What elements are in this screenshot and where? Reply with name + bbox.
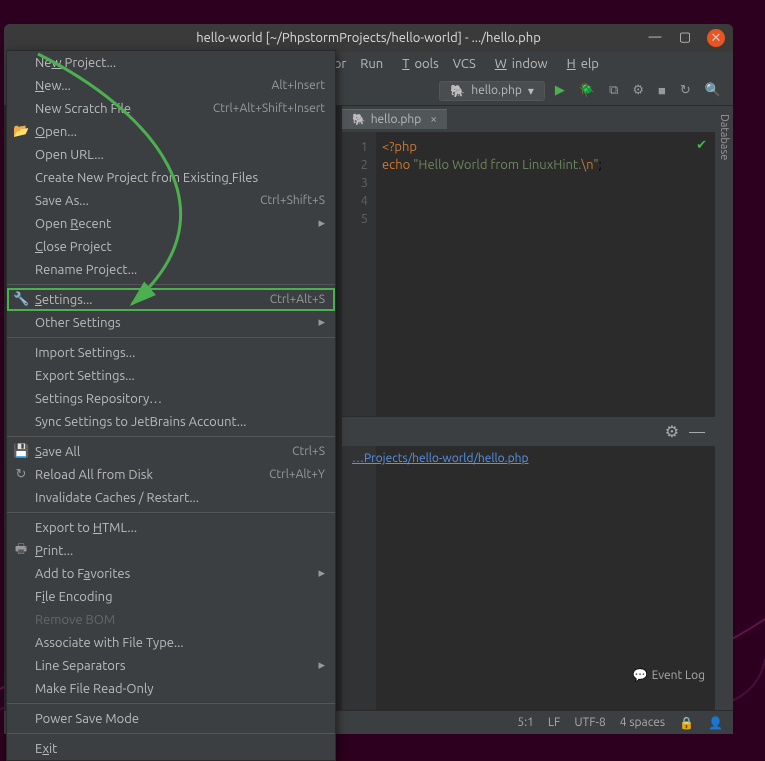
menu-item-invalidate-caches-restart[interactable]: Invalidate Caches / Restart... <box>7 486 335 509</box>
menu-item-make-file-read-only[interactable]: Make File Read-Only <box>7 677 335 700</box>
menu-item-print[interactable]: 🖶Print... <box>7 539 335 562</box>
tool-window-header: ⚙ — <box>342 416 715 446</box>
menu-item-new-scratch-file[interactable]: New Scratch FileCtrl+Alt+Shift+Insert <box>7 97 335 120</box>
menu-item-remove-bom: Remove BOM <box>7 608 335 631</box>
database-tool-label[interactable]: Database <box>718 114 730 160</box>
menu-vcs[interactable]: VCS <box>448 55 481 73</box>
indent-setting[interactable]: 4 spaces <box>620 716 665 729</box>
editor-tab[interactable]: 🐘 hello.php × <box>342 109 447 129</box>
cursor-position[interactable]: 5:1 <box>517 716 534 729</box>
menu-item-export-settings[interactable]: Export Settings... <box>7 364 335 387</box>
menu-item-associate-with-file-type[interactable]: Associate with File Type... <box>7 631 335 654</box>
run-config-selector[interactable]: 🐘 hello.php ▾ <box>439 81 545 101</box>
menu-window[interactable]: Window <box>485 55 553 73</box>
menu-item-power-save-mode[interactable]: Power Save Mode <box>7 707 335 730</box>
menu-item-open-url[interactable]: Open URL... <box>7 143 335 166</box>
menu-item-export-to-html[interactable]: Export to HTML... <box>7 516 335 539</box>
editor-panel: 🐘 hello.php × 12345 <?php echo "Hello Wo… <box>342 106 715 710</box>
maximize-button[interactable]: ▢ <box>677 29 693 45</box>
menu-item-rename-project[interactable]: Rename Project... <box>7 258 335 281</box>
title-bar: hello-world [~/PhpstormProjects/hello-wo… <box>4 24 733 52</box>
editor-tab-bar: 🐘 hello.php × <box>342 106 715 132</box>
hide-icon[interactable]: — <box>689 423 705 441</box>
menu-item-new[interactable]: New...Alt+Insert <box>7 74 335 97</box>
minimize-button[interactable]: — <box>647 29 663 45</box>
menu-item-add-to-favorites[interactable]: Add to Favorites▸ <box>7 562 335 585</box>
menu-item-settings[interactable]: 🔧Settings...Ctrl+Alt+S <box>7 288 335 311</box>
menu-item-other-settings[interactable]: Other Settings▸ <box>7 311 335 334</box>
menu-item-settings-repository[interactable]: Settings Repository… <box>7 387 335 410</box>
gear-icon[interactable]: ⚙ <box>665 422 679 441</box>
update-button[interactable]: ↻ <box>676 81 695 100</box>
menu-item-open[interactable]: 📂Open... <box>7 120 335 143</box>
menu-item-line-separators[interactable]: Line Separators▸ <box>7 654 335 677</box>
file-path-link[interactable]: …Projects/hello-world/hello.php <box>342 446 715 471</box>
php-file-icon: 🐘 <box>352 113 366 126</box>
right-tool-strip[interactable]: Database <box>715 106 733 710</box>
run-button[interactable]: ▶ <box>551 81 569 100</box>
menu-item-save-all[interactable]: 💾Save AllCtrl+S <box>7 440 335 463</box>
menu-item-exit[interactable]: Exit <box>7 737 335 760</box>
event-log-button[interactable]: 💬 Event Log <box>623 664 715 686</box>
menu-item-file-encoding[interactable]: File Encoding <box>7 585 335 608</box>
menu-run[interactable]: Run <box>355 55 388 73</box>
menu-item-sync-settings-to-jetbrains-account[interactable]: Sync Settings to JetBrains Account... <box>7 410 335 433</box>
profiler-button[interactable]: ⚙ <box>628 81 648 100</box>
hector-icon[interactable]: 👤 <box>708 716 723 730</box>
menu-help[interactable]: Help <box>557 55 604 73</box>
menu-item-new-project[interactable]: New Project... <box>7 51 335 74</box>
stop-button[interactable]: ■ <box>654 81 670 100</box>
debug-button[interactable]: 🪲 <box>575 81 599 100</box>
menu-tools[interactable]: Tools <box>392 55 444 73</box>
file-encoding[interactable]: UTF-8 <box>574 716 605 729</box>
file-menu-dropdown: New Project...New...Alt+InsertNew Scratc… <box>6 50 336 761</box>
chevron-down-icon: ▾ <box>528 84 534 98</box>
line-separator[interactable]: LF <box>548 716 560 729</box>
inspection-ok-icon: ✔ <box>696 138 707 153</box>
menu-item-create-new-project-from-existing-files[interactable]: Create New Project from Existing Files <box>7 166 335 189</box>
menu-item-close-project[interactable]: Close Project <box>7 235 335 258</box>
run-config-label: hello.php <box>471 84 522 97</box>
window-title: hello-world [~/PhpstormProjects/hello-wo… <box>196 31 541 45</box>
search-button[interactable]: 🔍 <box>701 81 725 100</box>
close-tab-icon[interactable]: × <box>430 113 437 126</box>
php-file-icon: 🐘 <box>450 84 465 98</box>
tab-filename: hello.php <box>371 113 422 126</box>
close-button[interactable]: ✕ <box>707 29 725 47</box>
menu-item-reload-all-from-disk[interactable]: ↻Reload All from DiskCtrl+Alt+Y <box>7 463 335 486</box>
menu-item-open-recent[interactable]: Open Recent▸ <box>7 212 335 235</box>
coverage-button[interactable]: ⧉ <box>605 81 622 100</box>
balloon-icon: 💬 <box>633 668 648 682</box>
menu-item-save-as[interactable]: Save As...Ctrl+Shift+S <box>7 189 335 212</box>
menu-item-import-settings[interactable]: Import Settings... <box>7 341 335 364</box>
lock-icon[interactable]: 🔒 <box>679 716 694 730</box>
